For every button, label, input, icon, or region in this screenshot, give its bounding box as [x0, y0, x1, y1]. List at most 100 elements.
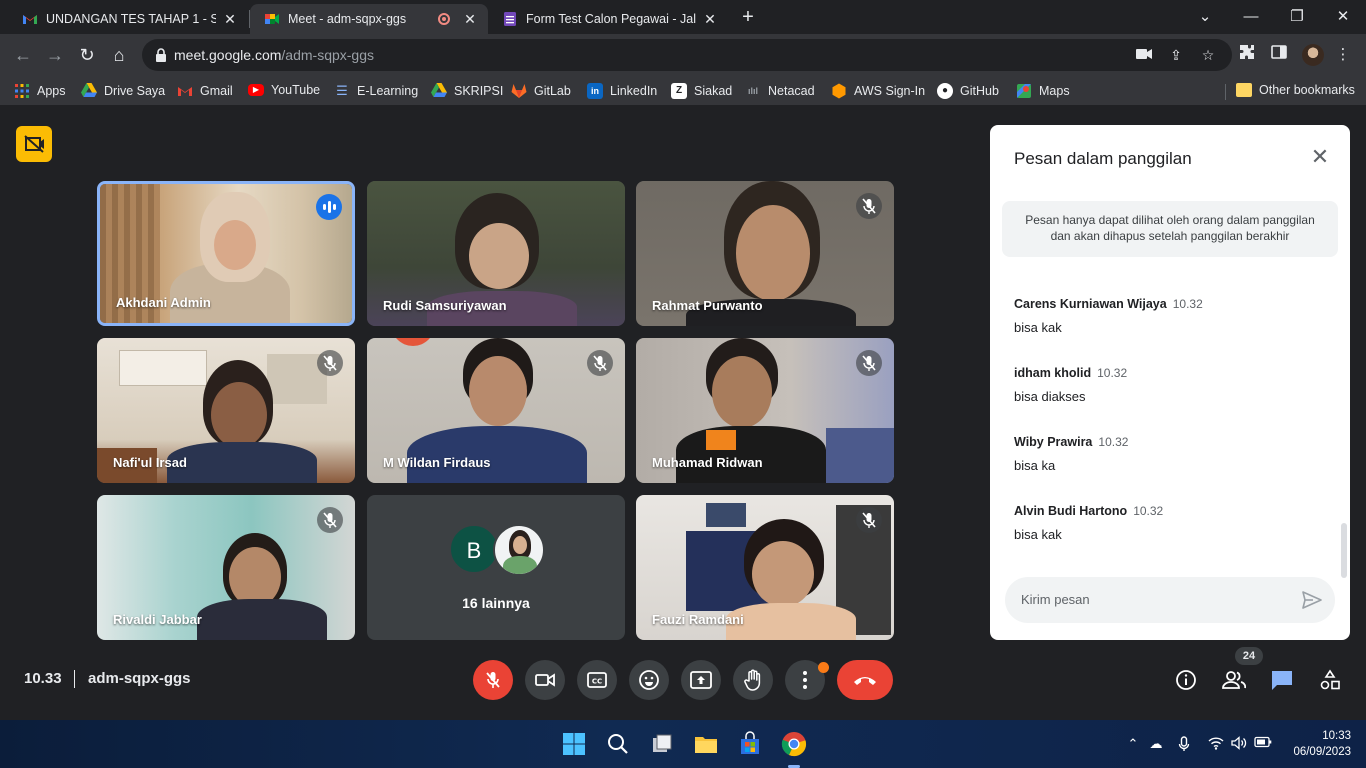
wifi-icon[interactable] [1207, 736, 1225, 752]
participant-tile[interactable]: Nafi'ul Irsad [97, 338, 355, 483]
reactions-button[interactable] [629, 660, 669, 700]
mic-off-icon [317, 350, 343, 376]
onedrive-cloud-icon[interactable]: ☁ [1147, 736, 1165, 752]
bookmark-drive[interactable]: Drive Saya [81, 83, 165, 99]
bookmark-netacad[interactable]: ılıl Netacad [745, 83, 815, 99]
activities-icon [1320, 669, 1340, 690]
message-text: bisa diakses [1014, 389, 1086, 404]
close-tab-icon[interactable]: ✕ [462, 11, 478, 27]
bookmark-gmail[interactable]: Gmail [177, 83, 233, 99]
message-header: Alvin Budi Hartono 10.32 [1014, 502, 1334, 520]
youtube-icon: ▶ [248, 84, 264, 96]
home-icon[interactable]: ⌂ [106, 42, 132, 68]
restore-icon[interactable]: ❐ [1274, 4, 1320, 30]
tab-forms[interactable]: Form Test Calon Pegawai - Jalur Pe ✕ [488, 4, 728, 34]
chat-scrollbar[interactable] [1341, 523, 1347, 578]
message-text: bisa kak [1014, 320, 1062, 335]
cisco-icon: ılıl [747, 86, 758, 96]
share-icon[interactable]: ⇪ [1166, 45, 1186, 65]
meeting-details-button[interactable] [1172, 666, 1200, 694]
microphone-icon[interactable] [1175, 736, 1193, 752]
extensions-icon[interactable] [1236, 44, 1258, 66]
bookmark-skripsi[interactable]: SKRIPSI [431, 83, 503, 99]
system-clock[interactable]: 10:33 06/09/2023 [1293, 728, 1351, 760]
battery-icon[interactable] [1254, 736, 1272, 752]
address-bar[interactable]: meet.google.com/adm-sqpx-ggs ⇪ ☆ [142, 39, 1232, 71]
others-tile[interactable]: B 16 lainnya [367, 495, 625, 640]
participant-tile[interactable]: M Wildan Firdaus [367, 338, 625, 483]
hang-up-icon [854, 677, 876, 685]
bookmark-maps[interactable]: Maps [1016, 83, 1070, 99]
recording-icon [438, 13, 450, 25]
camera-permission-icon[interactable] [1134, 45, 1154, 65]
leave-call-button[interactable] [837, 660, 893, 700]
close-chat-icon[interactable]: ✕ [1308, 145, 1332, 169]
back-icon[interactable]: ← [10, 42, 36, 68]
bookmark-apps[interactable]: Apps [14, 83, 66, 99]
menu-kebab-icon[interactable]: ⋮ [1332, 44, 1354, 66]
microsoft-store-icon[interactable] [736, 730, 764, 758]
message-time: 10.32 [1172, 297, 1203, 311]
activities-button[interactable] [1316, 666, 1344, 694]
bookmark-elearning[interactable]: ☰ E-Learning [334, 83, 418, 99]
message-text: bisa kak [1014, 527, 1062, 542]
participant-tile[interactable]: Rivaldi Jabbar [97, 495, 355, 640]
mic-off-icon [317, 507, 343, 533]
participant-name: M Wildan Firdaus [383, 455, 491, 470]
url-text: meet.google.com/adm-sqpx-ggs [174, 47, 374, 63]
bookmark-other[interactable]: Other bookmarks [1236, 83, 1355, 97]
file-explorer-icon[interactable] [692, 730, 720, 758]
minimize-icon[interactable]: — [1228, 4, 1274, 30]
bookmark-linkedin[interactable]: in LinkedIn [587, 83, 657, 99]
bookmark-github[interactable]: ● GitHub [937, 83, 999, 99]
close-tab-icon[interactable]: ✕ [702, 11, 718, 27]
volume-icon[interactable] [1230, 736, 1248, 752]
lock-icon[interactable] [154, 47, 168, 63]
drive-icon [81, 83, 97, 99]
present-button[interactable] [681, 660, 721, 700]
github-icon: ● [937, 83, 953, 99]
participant-tile[interactable]: Fauzi Ramdani [636, 495, 894, 640]
send-icon[interactable] [1301, 589, 1323, 611]
tab-search-icon[interactable]: ⌄ [1182, 4, 1228, 30]
no-video-badge[interactable] [16, 126, 52, 162]
tab-gmail[interactable]: UNDANGAN TES TAHAP 1 - SOFTWARE ✕ [8, 4, 248, 34]
gmail-icon [22, 11, 38, 27]
camera-toggle-button[interactable] [525, 660, 565, 700]
chrome-icon[interactable] [780, 730, 808, 758]
tab-meet[interactable]: Meet - adm-sqpx-ggs ✕ [250, 4, 488, 34]
chat-title: Pesan dalam panggilan [1014, 149, 1192, 168]
bookmark-star-icon[interactable]: ☆ [1198, 45, 1218, 65]
bookmark-youtube[interactable]: ▶ YouTube [248, 83, 320, 97]
bookmark-siakad[interactable]: Z Siakad [671, 83, 732, 99]
participant-tile[interactable]: Rahmat Purwanto [636, 181, 894, 326]
chat-message: Carens Kurniawan Wijaya 10.32 bisa kak [1014, 295, 1334, 335]
mic-toggle-button[interactable] [473, 660, 513, 700]
side-panel-icon[interactable] [1268, 44, 1290, 66]
chat-message: idham kholid 10.32 bisa diakses [1014, 364, 1334, 404]
participant-tile[interactable]: Muhamad Ridwan [636, 338, 894, 483]
chat-input[interactable]: Kirim pesan [1005, 577, 1335, 623]
new-tab-icon[interactable]: + [737, 6, 759, 28]
bookmark-gitlab[interactable]: GitLab [511, 83, 571, 99]
reload-icon[interactable]: ↻ [74, 42, 100, 68]
chat-button[interactable] [1268, 666, 1296, 694]
show-hidden-icons-icon[interactable]: ⌃ [1124, 736, 1142, 752]
captions-button[interactable]: CC [577, 660, 617, 700]
forward-icon[interactable]: → [42, 42, 68, 68]
profile-avatar[interactable] [1302, 44, 1324, 66]
windows-start-icon[interactable] [560, 730, 588, 758]
participant-tile[interactable]: Akhdani Admin [97, 181, 355, 326]
close-window-icon[interactable]: ✕ [1320, 4, 1366, 30]
close-tab-icon[interactable]: ✕ [222, 11, 238, 27]
search-icon[interactable] [604, 730, 632, 758]
task-view-icon[interactable] [648, 730, 676, 758]
participant-tile[interactable]: Rudi Samsuriyawan [367, 181, 625, 326]
participant-count-badge: 24 [1235, 647, 1263, 665]
people-button[interactable] [1220, 666, 1248, 694]
bookmark-aws[interactable]: AWS Sign-In [831, 83, 925, 99]
raise-hand-button[interactable] [733, 660, 773, 700]
message-time: 10.32 [1097, 366, 1128, 380]
gmail-icon [177, 83, 193, 99]
avatar: B [449, 524, 499, 574]
